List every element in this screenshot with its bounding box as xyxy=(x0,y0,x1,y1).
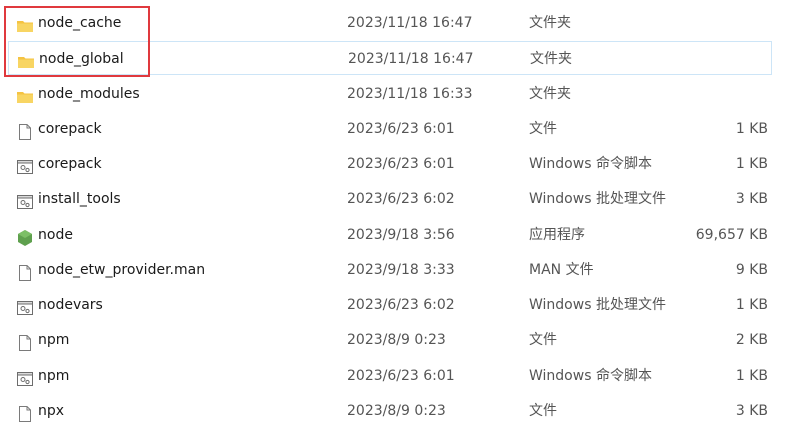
modified-date: 2023/6/23 6:02 xyxy=(347,191,455,207)
file-name: node xyxy=(38,227,73,243)
modified-date: 2023/11/18 16:47 xyxy=(348,51,474,67)
file-name: corepack xyxy=(38,121,102,137)
file-name: npx xyxy=(38,403,65,419)
file-row[interactable]: install_tools 2023/6/23 6:02 Windows 批处理文件… xyxy=(8,182,772,216)
modified-date: 2023/8/9 0:23 xyxy=(347,403,446,419)
file-name: node_global xyxy=(39,51,124,67)
file-row[interactable]: node_etw_provider.man 2023/9/18 3:33 MAN 文… xyxy=(8,253,772,287)
file-type: 应用程序 xyxy=(529,227,585,243)
file-row[interactable]: node 2023/9/18 3:56 应用程序 69,657 KB xyxy=(8,218,772,252)
modified-date: 2023/6/23 6:02 xyxy=(347,297,455,313)
file-type: 文件 xyxy=(529,121,557,137)
script-icon xyxy=(16,182,34,216)
file-list: node_cache 2023/11/18 16:47 文件夹 node_global… xyxy=(0,0,800,436)
script-icon xyxy=(16,147,34,181)
script-icon xyxy=(16,359,34,393)
modified-date: 2023/9/18 3:56 xyxy=(347,227,455,243)
modified-date: 2023/11/18 16:47 xyxy=(347,15,473,31)
file-row[interactable]: node_global 2023/11/18 16:47 文件夹 xyxy=(8,41,772,75)
file-row[interactable]: nodevars 2023/6/23 6:02 Windows 批处理文件 1 KB xyxy=(8,288,772,322)
file-row[interactable]: node_cache 2023/11/18 16:47 文件夹 xyxy=(8,6,772,40)
file-type: 文件夹 xyxy=(529,15,571,31)
file-name: install_tools xyxy=(38,191,121,207)
modified-date: 2023/9/18 3:33 xyxy=(347,262,455,278)
file-size: 1 KB xyxy=(735,156,768,172)
modified-date: 2023/8/9 0:23 xyxy=(347,332,446,348)
file-row[interactable]: npm 2023/6/23 6:01 Windows 命令脚本 1 KB xyxy=(8,359,772,393)
file-name: npm xyxy=(38,368,70,384)
file-icon xyxy=(16,253,34,287)
file-size: 1 KB xyxy=(735,121,768,137)
file-type: 文件夹 xyxy=(529,86,571,102)
file-size: 3 KB xyxy=(735,403,768,419)
file-type: 文件 xyxy=(529,403,557,419)
file-type: 文件夹 xyxy=(530,51,572,67)
modified-date: 2023/6/23 6:01 xyxy=(347,368,455,384)
file-name: node_cache xyxy=(38,15,122,31)
file-icon xyxy=(16,394,34,428)
file-type: Windows 批处理文件 xyxy=(529,297,666,313)
file-name: npm xyxy=(38,332,70,348)
file-name: node_modules xyxy=(38,86,140,102)
file-name: corepack xyxy=(38,156,102,172)
file-size: 3 KB xyxy=(735,191,768,207)
folder-icon xyxy=(16,77,34,111)
modified-date: 2023/6/23 6:01 xyxy=(347,156,455,172)
folder-icon xyxy=(16,6,34,40)
file-icon xyxy=(16,323,34,357)
file-size: 69,657 KB xyxy=(695,227,768,243)
file-row[interactable]: node_modules 2023/11/18 16:33 文件夹 xyxy=(8,77,772,111)
modified-date: 2023/6/23 6:01 xyxy=(347,121,455,137)
file-type: Windows 命令脚本 xyxy=(529,368,652,384)
file-type: Windows 批处理文件 xyxy=(529,191,666,207)
file-type: MAN 文件 xyxy=(529,262,594,278)
file-icon xyxy=(16,112,34,146)
file-size: 1 KB xyxy=(735,297,768,313)
file-size: 2 KB xyxy=(735,332,768,348)
file-row[interactable]: corepack 2023/6/23 6:01 Windows 命令脚本 1 KB xyxy=(8,147,772,181)
file-size: 9 KB xyxy=(735,262,768,278)
file-row[interactable]: npx 2023/8/9 0:23 文件 3 KB xyxy=(8,394,772,428)
file-row[interactable]: npm 2023/8/9 0:23 文件 2 KB xyxy=(8,323,772,357)
file-name: nodevars xyxy=(38,297,103,313)
script-icon xyxy=(16,288,34,322)
node-app-icon xyxy=(16,218,34,252)
folder-icon xyxy=(17,42,35,76)
file-row[interactable]: corepack 2023/6/23 6:01 文件 1 KB xyxy=(8,112,772,146)
file-type: 文件 xyxy=(529,332,557,348)
modified-date: 2023/11/18 16:33 xyxy=(347,86,473,102)
file-size: 1 KB xyxy=(735,368,768,384)
file-type: Windows 命令脚本 xyxy=(529,156,652,172)
file-name: node_etw_provider.man xyxy=(38,262,206,278)
